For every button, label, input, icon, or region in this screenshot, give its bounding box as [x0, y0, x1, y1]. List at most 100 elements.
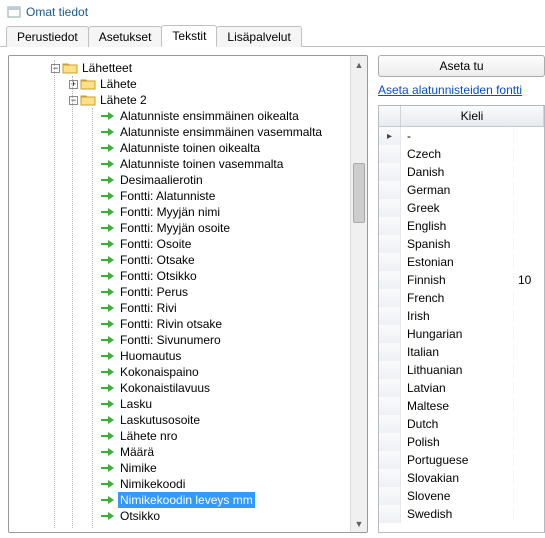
tree-item[interactable]: Fontti: Perus: [11, 284, 348, 300]
tree-item-label: Fontti: Myyjän nimi: [118, 204, 222, 220]
language-name: Irish: [401, 309, 514, 323]
app-icon: [6, 4, 22, 20]
tree-item[interactable]: Kokonaistilavuus: [11, 380, 348, 396]
language-name: French: [401, 291, 514, 305]
tree-item[interactable]: Alatunniste ensimmäinen vasemmalta: [11, 124, 348, 140]
tree-item[interactable]: Fontti: Myyjän nimi: [11, 204, 348, 220]
tree-item-label: Nimike: [118, 460, 159, 476]
tree-item[interactable]: Lasku: [11, 396, 348, 412]
arrow-right-icon: [100, 269, 116, 283]
collapse-toggle-icon[interactable]: −: [69, 96, 78, 105]
tree-item[interactable]: − Lähetteet: [11, 60, 348, 76]
set-footer-font-link[interactable]: Aseta alatunnisteiden fontti: [378, 83, 545, 97]
language-row[interactable]: Estonian: [379, 253, 544, 271]
language-row[interactable]: Latvian: [379, 379, 544, 397]
tree-item[interactable]: Alatunniste ensimmäinen oikealta: [11, 108, 348, 124]
scroll-up-arrow-icon[interactable]: ▲: [351, 56, 367, 73]
row-indicator-icon: [379, 325, 401, 343]
tree-item[interactable]: Nimike: [11, 460, 348, 476]
language-row[interactable]: Dutch: [379, 415, 544, 433]
language-row[interactable]: Hungarian: [379, 325, 544, 343]
language-row[interactable]: French: [379, 289, 544, 307]
language-name: English: [401, 219, 514, 233]
tree-item[interactable]: Nimikekoodin leveys mm: [11, 492, 348, 508]
tree-item[interactable]: Fontti: Otsikko: [11, 268, 348, 284]
row-indicator-icon: [379, 253, 401, 271]
language-row[interactable]: ▸-: [379, 127, 544, 145]
tree-item[interactable]: Otsikko: [11, 508, 348, 524]
expand-toggle-icon[interactable]: +: [69, 80, 78, 89]
row-indicator-icon: [379, 433, 401, 451]
language-row[interactable]: Danish: [379, 163, 544, 181]
scroll-down-arrow-icon[interactable]: ▼: [351, 515, 367, 532]
tree-item[interactable]: Fontti: Sivunumero: [11, 332, 348, 348]
arrow-right-icon: [100, 141, 116, 155]
scroll-thumb[interactable]: [353, 163, 365, 223]
language-name: Slovene: [401, 489, 514, 503]
tree-item-label: Alatunniste ensimmäinen vasemmalta: [118, 124, 324, 140]
collapse-toggle-icon[interactable]: −: [51, 64, 60, 73]
tree-item[interactable]: − Lähete 2: [11, 92, 348, 108]
tree-item[interactable]: Määrä: [11, 444, 348, 460]
language-row[interactable]: Czech: [379, 145, 544, 163]
tree-item[interactable]: +Lähete: [11, 76, 348, 92]
row-indicator-icon: [379, 235, 401, 253]
tab-asetukset[interactable]: Asetukset: [88, 26, 163, 47]
tree-item-label: Lähetteet: [80, 60, 134, 76]
language-row[interactable]: Finnish10: [379, 271, 544, 289]
tree-item[interactable]: Fontti: Otsake: [11, 252, 348, 268]
arrow-right-icon: [100, 509, 116, 523]
arrow-right-icon: [100, 477, 116, 491]
arrow-right-icon: [100, 413, 116, 427]
language-name: Estonian: [401, 255, 514, 269]
tree-item[interactable]: Fontti: Alatunniste: [11, 188, 348, 204]
row-indicator-icon: [379, 361, 401, 379]
arrow-right-icon: [100, 397, 116, 411]
row-indicator-icon: [379, 163, 401, 181]
tree-item[interactable]: Laskutusosoite: [11, 412, 348, 428]
tree-item[interactable]: Fontti: Rivin otsake: [11, 316, 348, 332]
language-row[interactable]: Slovakian: [379, 469, 544, 487]
tab-tekstit[interactable]: Tekstit: [161, 25, 217, 47]
window-title-bar: Omat tiedot: [0, 0, 545, 20]
row-indicator-icon: [379, 415, 401, 433]
set-button[interactable]: Aseta tu: [378, 55, 545, 77]
tree-item-label: Huomautus: [118, 348, 183, 364]
language-row[interactable]: Maltese: [379, 397, 544, 415]
tree-item[interactable]: Fontti: Myyjän osoite: [11, 220, 348, 236]
row-indicator-icon: [379, 505, 401, 523]
tab-lisäpalvelut[interactable]: Lisäpalvelut: [216, 26, 301, 47]
tree-item[interactable]: Alatunniste toinen vasemmalta: [11, 156, 348, 172]
tree-item-label: Alatunniste toinen vasemmalta: [118, 156, 285, 172]
language-row[interactable]: Irish: [379, 307, 544, 325]
grid-header-kieli[interactable]: Kieli: [401, 106, 544, 126]
tree-item-label: Lähete 2: [98, 92, 149, 108]
language-row[interactable]: Greek: [379, 199, 544, 217]
tree-item-label: Nimikekoodi: [118, 476, 187, 492]
row-indicator-icon: [379, 343, 401, 361]
language-row[interactable]: Portuguese: [379, 451, 544, 469]
language-row[interactable]: Italian: [379, 343, 544, 361]
tree-item[interactable]: Lähete nro: [11, 428, 348, 444]
language-row[interactable]: Slovene: [379, 487, 544, 505]
tree-scrollbar[interactable]: ▲ ▼: [350, 56, 367, 532]
language-name: Dutch: [401, 417, 514, 431]
tree-item[interactable]: Alatunniste toinen oikealta: [11, 140, 348, 156]
tab-perustiedot[interactable]: Perustiedot: [6, 26, 89, 47]
language-row[interactable]: Spanish: [379, 235, 544, 253]
language-row[interactable]: Lithuanian: [379, 361, 544, 379]
tree-item-label: Kokonaispaino: [118, 364, 201, 380]
tree-item[interactable]: Desimaalierotin: [11, 172, 348, 188]
language-row[interactable]: Polish: [379, 433, 544, 451]
tree-item[interactable]: Nimikekoodi: [11, 476, 348, 492]
tree-item[interactable]: Huomautus: [11, 348, 348, 364]
right-pane: Aseta tu Aseta alatunnisteiden fontti Ki…: [368, 55, 545, 533]
tree-item[interactable]: Fontti: Osoite: [11, 236, 348, 252]
tree-item[interactable]: Fontti: Rivi: [11, 300, 348, 316]
language-row[interactable]: German: [379, 181, 544, 199]
folder-icon: [62, 61, 78, 75]
tree-item[interactable]: Kokonaispaino: [11, 364, 348, 380]
language-row[interactable]: Swedish: [379, 505, 544, 523]
row-indicator-icon: [379, 451, 401, 469]
language-row[interactable]: English: [379, 217, 544, 235]
